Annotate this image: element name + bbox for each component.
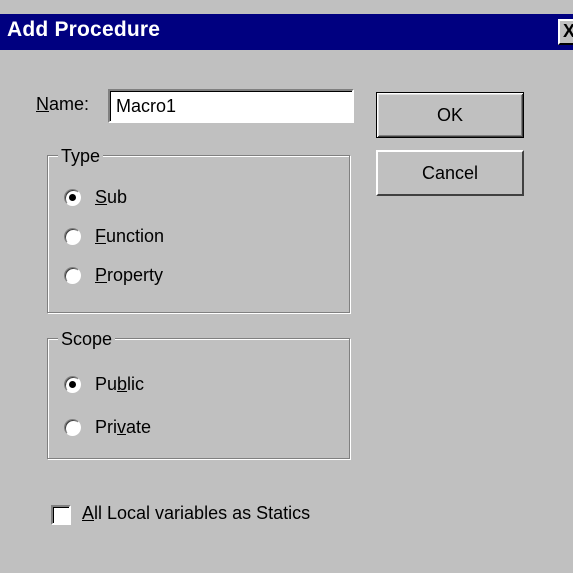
cancel-button[interactable]: Cancel (376, 150, 524, 196)
type-group (47, 155, 350, 313)
title-bar[interactable]: Add Procedure X (0, 14, 573, 50)
statics-checkbox[interactable] (51, 505, 71, 525)
type-function-label[interactable]: Function (95, 226, 164, 247)
scope-public-label[interactable]: Public (95, 374, 144, 395)
radio-selected-dot (69, 381, 76, 388)
name-label: Name: (36, 94, 90, 114)
type-property-label[interactable]: Property (95, 265, 163, 286)
dialog-title: Add Procedure (7, 18, 161, 41)
type-sub-label[interactable]: Sub (95, 187, 127, 208)
type-group-caption: Type (58, 146, 104, 166)
radio-selected-dot (69, 194, 76, 201)
type-property-radio[interactable] (64, 267, 81, 284)
scope-group-caption: Scope (58, 329, 116, 349)
scope-private-label[interactable]: Private (95, 417, 151, 438)
type-sub-radio[interactable] (64, 189, 81, 206)
close-button[interactable]: X (558, 19, 573, 45)
type-function-radio[interactable] (64, 228, 81, 245)
scope-public-radio[interactable] (64, 376, 81, 393)
ok-button[interactable]: OK (376, 92, 524, 138)
scope-private-radio[interactable] (64, 419, 81, 436)
scope-group (47, 338, 350, 459)
close-icon: X (563, 21, 573, 41)
name-input[interactable] (108, 89, 354, 123)
statics-label[interactable]: All Local variables as Statics (82, 503, 310, 524)
add-procedure-dialog: Add Procedure X Name: OK Cancel Type Sub… (0, 0, 573, 573)
